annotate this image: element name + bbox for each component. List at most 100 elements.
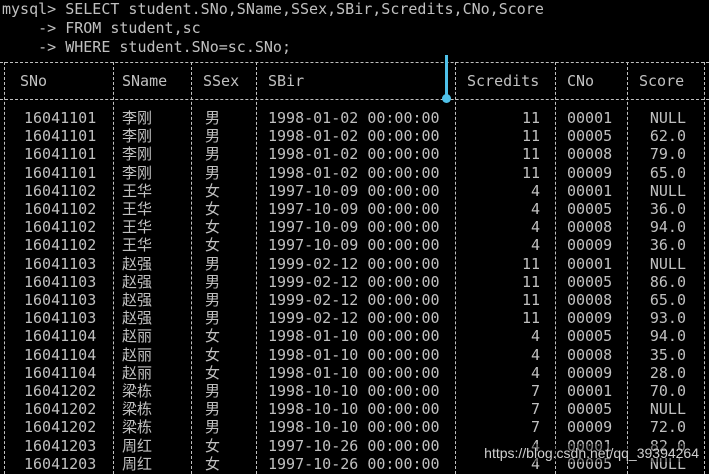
cell-sno: 16041203 xyxy=(24,454,97,473)
column-header-scredits: Scredits xyxy=(467,72,540,90)
cell-cno: 00008 xyxy=(567,145,613,164)
cell-sno: 16041104 xyxy=(24,345,97,364)
cell-ssex: 男 xyxy=(205,382,221,400)
watermark-text: https://blog.csdn.net/qq_39394264 xyxy=(484,443,699,462)
cell-cno: 00005 xyxy=(567,327,613,346)
column-separator xyxy=(113,62,114,474)
cell-score: 72.0 xyxy=(649,418,686,437)
cell-sno: 16041103 xyxy=(24,309,97,328)
cell-sname: 赵丽 xyxy=(122,327,153,346)
cell-sbir: 1999-02-12 00:00:00 xyxy=(268,309,440,328)
column-header-sname: SName xyxy=(122,72,168,90)
cell-ssex: 女 xyxy=(205,181,221,200)
cell-sno: 16041101 xyxy=(24,109,97,127)
cell-cno: 00009 xyxy=(567,309,613,328)
cell-sname: 周红 xyxy=(122,454,153,473)
cell-score: 70.0 xyxy=(649,382,686,400)
sql-line-from: -> FROM student,sc xyxy=(2,19,201,37)
cell-scredits: 11 xyxy=(521,109,540,127)
cell-sname: 赵丽 xyxy=(122,363,153,382)
column-header-score: Score xyxy=(639,72,685,90)
cell-ssex: 女 xyxy=(205,345,221,364)
cell-score: NULL xyxy=(649,109,686,127)
cell-ssex: 男 xyxy=(205,291,221,309)
cell-score: NULL xyxy=(649,400,686,419)
cell-sname: 王华 xyxy=(122,236,153,255)
cell-sno: 16041104 xyxy=(24,327,97,346)
mysql-terminal-window[interactable]: mysql> SELECT student.SNo,SName,SSex,SBi… xyxy=(0,0,709,474)
cell-sname: 李刚 xyxy=(122,109,153,127)
column-separator xyxy=(4,62,5,474)
cell-score: 93.0 xyxy=(649,309,686,328)
cell-sno: 16041101 xyxy=(24,163,97,182)
cell-scredits: 7 xyxy=(530,418,540,437)
cell-sname: 梁栋 xyxy=(122,382,153,400)
cell-ssex: 男 xyxy=(205,272,221,291)
column-resize-cursor[interactable] xyxy=(445,55,448,99)
cell-sbir: 1997-10-09 00:00:00 xyxy=(268,200,440,218)
cell-scredits: 11 xyxy=(521,127,540,146)
cell-cno: 00008 xyxy=(567,291,613,309)
cell-cno: 00008 xyxy=(567,345,613,364)
column-resize-handle[interactable] xyxy=(442,94,451,103)
cell-sno: 16041103 xyxy=(24,291,97,309)
cell-score: 86.0 xyxy=(649,272,686,291)
cell-sno: 16041103 xyxy=(24,254,97,273)
cell-sno: 16041202 xyxy=(24,418,97,437)
cell-sname: 赵强 xyxy=(122,254,153,273)
column-separator xyxy=(555,62,556,474)
cell-sbir: 1998-01-02 00:00:00 xyxy=(268,127,440,146)
cell-scredits: 4 xyxy=(530,181,540,200)
cell-scredits: 11 xyxy=(521,163,540,182)
cell-score: NULL xyxy=(649,181,686,200)
cell-ssex: 女 xyxy=(205,363,221,382)
cell-sbir: 1997-10-26 00:00:00 xyxy=(268,454,440,473)
cell-score: 79.0 xyxy=(649,145,686,164)
cell-cno: 00005 xyxy=(567,200,613,218)
column-separator xyxy=(704,62,705,474)
cell-sname: 李刚 xyxy=(122,127,153,146)
cell-cno: 00008 xyxy=(567,218,613,237)
cell-sbir: 1998-01-02 00:00:00 xyxy=(268,163,440,182)
cell-cno: 00009 xyxy=(567,418,613,437)
cell-sbir: 1998-01-10 00:00:00 xyxy=(268,345,440,364)
cell-sbir: 1997-10-09 00:00:00 xyxy=(268,181,440,200)
cell-scredits: 11 xyxy=(521,254,540,273)
cell-ssex: 女 xyxy=(205,436,221,455)
cell-ssex: 男 xyxy=(205,400,221,419)
cell-cno: 00009 xyxy=(567,236,613,255)
cell-ssex: 女 xyxy=(205,200,221,218)
cell-cno: 00005 xyxy=(567,127,613,146)
cell-score: 94.0 xyxy=(649,327,686,346)
table-top-border xyxy=(0,62,709,63)
cell-scredits: 7 xyxy=(530,382,540,400)
cell-cno: 00009 xyxy=(567,163,613,182)
cell-sbir: 1998-10-10 00:00:00 xyxy=(268,400,440,419)
cell-sname: 梁栋 xyxy=(122,400,153,419)
cell-scredits: 4 xyxy=(530,345,540,364)
cell-sno: 16041101 xyxy=(24,145,97,164)
column-header-sno: SNo xyxy=(20,72,48,90)
cell-score: 94.0 xyxy=(649,218,686,237)
cell-score: 65.0 xyxy=(649,291,686,309)
column-separator xyxy=(191,62,192,474)
cell-sname: 赵强 xyxy=(122,272,153,291)
cell-cno: 00001 xyxy=(567,181,613,200)
cell-sbir: 1998-01-10 00:00:00 xyxy=(268,327,440,346)
cell-sno: 16041202 xyxy=(24,382,97,400)
column-separator xyxy=(256,62,257,474)
cell-cno: 00001 xyxy=(567,254,613,273)
cell-sbir: 1999-02-12 00:00:00 xyxy=(268,254,440,273)
cell-cno: 00005 xyxy=(567,272,613,291)
cell-sno: 16041102 xyxy=(24,181,97,200)
cell-sbir: 1997-10-26 00:00:00 xyxy=(268,436,440,455)
cell-sno: 16041102 xyxy=(24,200,97,218)
cell-scredits: 11 xyxy=(521,145,540,164)
cell-sbir: 1998-01-10 00:00:00 xyxy=(268,363,440,382)
cell-sbir: 1997-10-09 00:00:00 xyxy=(268,218,440,237)
cell-sname: 李刚 xyxy=(122,145,153,164)
cell-sname: 王华 xyxy=(122,218,153,237)
cell-sno: 16041202 xyxy=(24,400,97,419)
cell-cno: 00001 xyxy=(567,109,613,127)
cell-sno: 16041101 xyxy=(24,127,97,146)
